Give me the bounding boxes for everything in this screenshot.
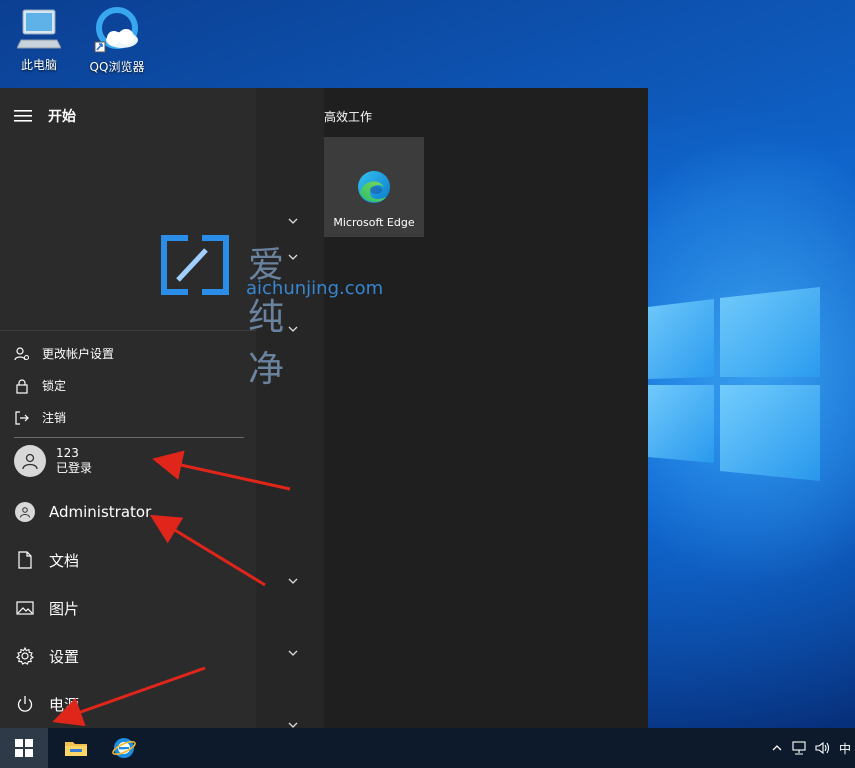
lock-item[interactable]: 锁定 — [14, 377, 66, 394]
ime-indicator[interactable]: 中 — [839, 740, 851, 757]
nav-item-label: Administrator — [49, 503, 152, 521]
flyout-divider — [14, 437, 244, 438]
watermark-logo-icon — [161, 235, 229, 295]
other-user-name: 123 — [56, 446, 79, 460]
chevron-down-icon[interactable] — [287, 649, 299, 657]
volume-icon[interactable] — [815, 741, 831, 755]
document-icon — [18, 551, 32, 569]
start-menu-header[interactable]: 开始 — [14, 106, 76, 126]
account-flyout: 更改帐户设置 锁定 注销 123 已登录 — [0, 330, 258, 486]
user-avatar-icon — [22, 453, 38, 470]
nav-item-label: 设置 — [49, 647, 80, 666]
nav-item-label: 图片 — [49, 599, 80, 618]
start-left-pane: 开始 更改帐户设置 锁定 注销 123 已登录 Administrator 文档… — [0, 88, 258, 728]
power-icon — [17, 696, 33, 712]
nav-item-administrator[interactable]: Administrator — [14, 501, 151, 523]
ie-browser-icon — [112, 738, 136, 758]
sign-out-item[interactable]: 注销 — [14, 409, 66, 426]
nav-item-label: 文档 — [49, 551, 80, 570]
tile-microsoft-edge[interactable]: Microsoft Edge — [324, 137, 424, 237]
desktop-icon-qq-browser[interactable]: QQ浏览器 — [81, 6, 153, 75]
pictures-icon — [16, 601, 34, 615]
chevron-down-icon[interactable] — [287, 325, 299, 333]
watermark-text-cn: 爱纯净 — [248, 245, 287, 390]
nav-item-power[interactable]: 电源 — [14, 693, 79, 715]
chevron-down-icon[interactable] — [287, 217, 299, 225]
nav-item-pictures[interactable]: 图片 — [14, 597, 79, 619]
change-account-settings-item[interactable]: 更改帐户设置 — [14, 345, 114, 362]
avatar — [14, 445, 46, 477]
chevron-down-icon[interactable] — [287, 253, 299, 261]
sign-out-icon — [15, 410, 29, 425]
chevron-down-icon[interactable] — [287, 577, 299, 585]
avatar — [15, 502, 35, 522]
taskbar: 中 — [0, 728, 855, 768]
windows-start-icon — [15, 739, 33, 757]
tile-label: Microsoft Edge — [333, 216, 415, 229]
account-settings-icon — [14, 346, 29, 360]
watermark-text-en: aichunjing.com — [246, 278, 384, 299]
taskbar-ie-browser[interactable] — [100, 728, 148, 768]
desktop-icon-this-pc[interactable]: 此电脑 — [3, 6, 75, 73]
lock-icon — [16, 378, 28, 394]
watermark: 爱纯净 aichunjing.com — [158, 234, 383, 390]
file-explorer-icon — [65, 742, 87, 756]
fly-item-label: 注销 — [42, 411, 67, 425]
fly-item-label: 更改帐户设置 — [42, 347, 115, 361]
this-pc-icon — [17, 9, 61, 49]
system-tray: 中 — [767, 728, 855, 768]
other-user-123[interactable]: 123 已登录 — [14, 445, 92, 477]
fly-item-label: 锁定 — [42, 379, 67, 393]
user-avatar-icon — [20, 507, 30, 518]
other-user-status: 已登录 — [56, 461, 93, 475]
nav-item-label: 电源 — [49, 695, 80, 714]
windows-logo-wallpaper-icon — [648, 287, 820, 481]
hamburger-menu-icon[interactable] — [14, 109, 32, 123]
start-menu-title: 开始 — [48, 109, 76, 125]
tile-group-title: 高效工作 — [324, 110, 373, 124]
nav-item-settings[interactable]: 设置 — [14, 645, 79, 667]
start-button[interactable] — [0, 728, 48, 768]
desktop-icon-label: QQ浏览器 — [89, 60, 145, 74]
desktop-icon-label: 此电脑 — [20, 58, 57, 72]
chevron-up-icon[interactable] — [771, 744, 783, 752]
gear-icon — [16, 647, 34, 665]
edge-icon — [358, 171, 390, 203]
app-list-pane — [256, 88, 324, 728]
start-menu: 开始 更改帐户设置 锁定 注销 123 已登录 Administrator 文档… — [0, 88, 648, 728]
qq-browser-icon — [94, 7, 138, 53]
taskbar-file-explorer[interactable] — [52, 728, 100, 768]
network-icon[interactable] — [791, 741, 807, 755]
nav-item-documents[interactable]: 文档 — [14, 549, 79, 571]
